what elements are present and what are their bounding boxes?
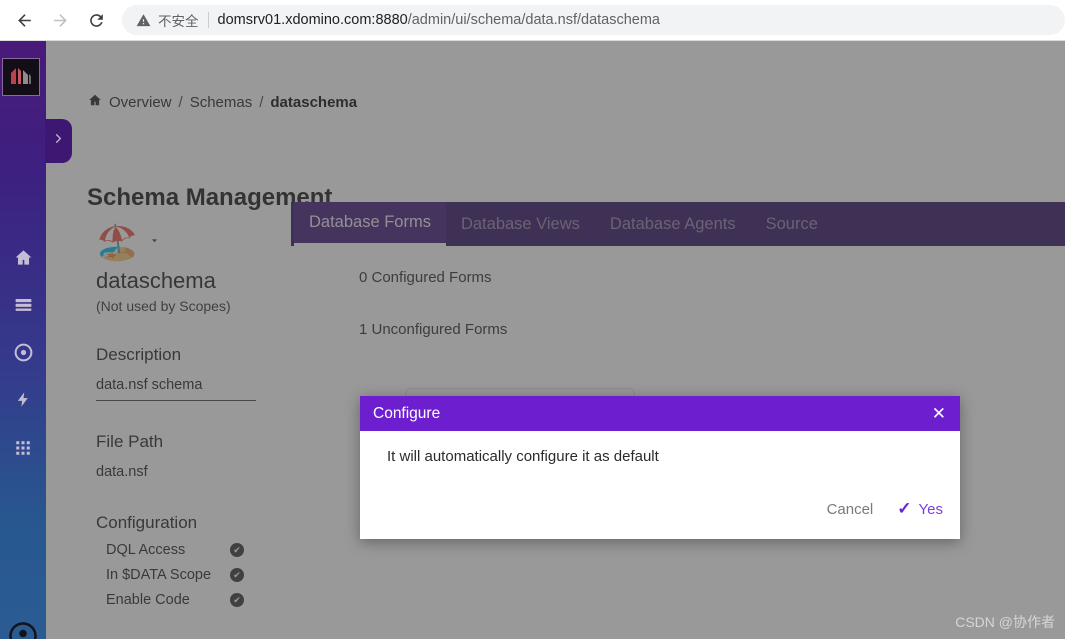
lightning-bolt-icon [15,390,32,414]
watermark: CSDN @协作者 [955,614,1055,630]
confirm-label: Yes [918,500,943,518]
back-arrow-icon [15,11,34,30]
url-path: /admin/ui/schema/data.nsf/dataschema [407,12,660,28]
app-logo[interactable] [2,58,40,96]
configure-dialog: Configure ✕ It will automatically config… [360,396,960,539]
left-nav-rail [0,41,46,639]
warning-triangle-icon [136,13,151,28]
address-bar[interactable]: 不安全 domsrv01.xdomino.com:8880/admin/ui/s… [122,5,1065,35]
insecure-label: 不安全 [158,14,199,29]
close-x-icon[interactable]: ✕ [932,405,946,422]
dialog-footer: Cancel ✓ Yes [360,499,960,539]
url-text: domsrv01.xdomino.com:8880/admin/ui/schem… [218,12,661,28]
browser-toolbar: 不安全 domsrv01.xdomino.com:8880/admin/ui/s… [0,0,1065,41]
grid-apps-icon [14,439,32,462]
sidebar-item-servers[interactable] [0,290,46,324]
sidebar-item-activity[interactable] [0,385,46,419]
cancel-button[interactable]: Cancel [827,501,874,518]
confirm-yes-button[interactable]: ✓ Yes [897,499,943,519]
sidebar-item-account[interactable] [0,621,46,639]
server-list-icon [14,295,33,319]
sidebar-item-home[interactable] [0,243,46,277]
url-host: domsrv01.xdomino.com:8880 [217,12,408,28]
reload-icon [87,11,106,30]
home-icon [14,248,33,272]
dialog-message: It will automatically configure it as de… [387,448,659,465]
forward-arrow-icon [51,11,70,30]
disc-icon [13,342,34,368]
sidebar-item-disc[interactable] [0,338,46,372]
omnibox-divider [207,12,209,28]
modal-scrim[interactable] [0,41,1065,639]
check-icon: ✓ [897,499,912,518]
sidebar-item-apps[interactable] [0,433,46,467]
account-circle-icon [8,621,38,639]
back-button[interactable] [6,2,42,38]
dialog-header: Configure ✕ [360,396,960,431]
page-root: Overview / Schemas / dataschema Schema M… [0,41,1065,639]
chevron-right-icon [51,131,66,151]
dialog-title: Configure [373,404,441,422]
forward-button[interactable] [42,2,78,38]
reload-button[interactable] [78,2,114,38]
sidebar-expand-button[interactable] [45,119,72,163]
